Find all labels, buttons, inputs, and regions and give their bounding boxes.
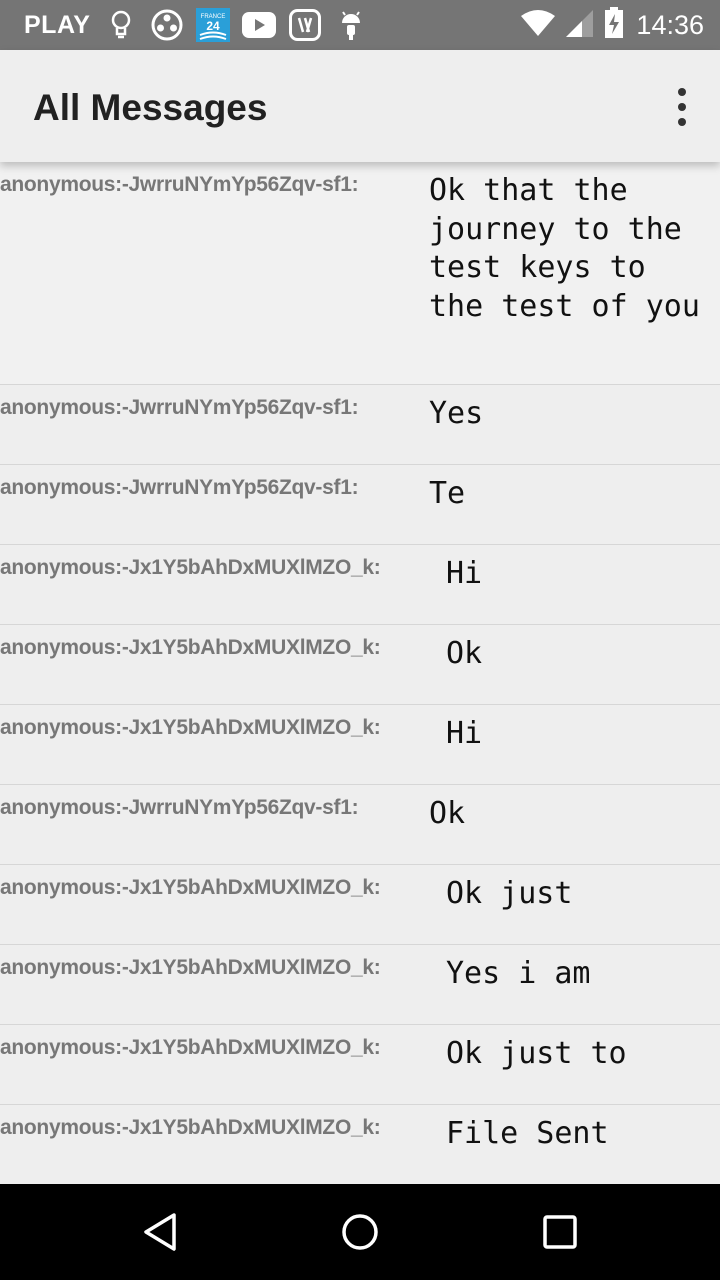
message-sender: anonymous:-Jx1Y5bAhDxMUXlMZO_k:	[0, 876, 381, 899]
message-text: Yes i am	[446, 956, 591, 991]
home-icon[interactable]	[340, 1212, 380, 1252]
list-item[interactable]: anonymous:-JwrruNYmYp56Zqv-sf1: Te	[0, 465, 720, 545]
message-text: Ok just	[446, 876, 573, 911]
status-bar: PLAY FRANCE 24 14:36	[0, 0, 720, 50]
clock: 14:36	[636, 9, 704, 40]
message-text: Ok just to	[446, 1036, 627, 1071]
navigation-bar	[0, 1184, 720, 1280]
list-item[interactable]: anonymous:-Jx1Y5bAhDxMUXlMZO_k: Ok	[0, 625, 720, 705]
list-item[interactable]: anonymous:-JwrruNYmYp56Zqv-sf1: Yes	[0, 385, 720, 465]
list-item[interactable]: anonymous:-Jx1Y5bAhDxMUXlMZO_k: Yes i am	[0, 945, 720, 1025]
message-text: Hi	[446, 556, 483, 591]
message-sender: anonymous:-Jx1Y5bAhDxMUXlMZO_k:	[0, 956, 381, 979]
recents-icon[interactable]	[540, 1212, 580, 1252]
android-icon	[334, 8, 368, 42]
list-item[interactable]: anonymous:-Jx1Y5bAhDxMUXlMZO_k: Hi	[0, 545, 720, 625]
battery-icon	[604, 6, 624, 44]
overflow-dot	[678, 103, 686, 111]
message-sender: anonymous:-Jx1Y5bAhDxMUXlMZO_k:	[0, 1036, 381, 1059]
message-sender: anonymous:-JwrruNYmYp56Zqv-sf1:	[0, 476, 359, 499]
svg-text:24: 24	[207, 19, 221, 33]
list-item[interactable]: anonymous:-JwrruNYmYp56Zqv-sf1: Ok that …	[0, 162, 720, 385]
list-item[interactable]: anonymous:-Jx1Y5bAhDxMUXlMZO_k: Ok just …	[0, 1025, 720, 1105]
message-text: Te	[429, 476, 466, 511]
message-text: Ok	[429, 796, 466, 831]
signal-icon	[564, 8, 594, 43]
message-text: Hi	[446, 716, 483, 751]
app-toolbar: All Messages	[0, 50, 720, 162]
list-item[interactable]: anonymous:-JwrruNYmYp56Zqv-sf1: Ok	[0, 785, 720, 865]
overflow-dot	[678, 118, 686, 126]
message-sender: anonymous:-JwrruNYmYp56Zqv-sf1:	[0, 396, 359, 419]
list-item[interactable]: anonymous:-Jx1Y5bAhDxMUXlMZO_k: Hi	[0, 705, 720, 785]
france24-icon: FRANCE 24	[196, 8, 231, 42]
film-reel-icon	[150, 8, 184, 42]
wifi-icon	[520, 9, 556, 42]
message-sender: anonymous:-Jx1Y5bAhDxMUXlMZO_k:	[0, 716, 381, 739]
list-item[interactable]: anonymous:-Jx1Y5bAhDxMUXlMZO_k: File Sen…	[0, 1105, 720, 1184]
back-icon[interactable]	[140, 1212, 180, 1252]
message-text: Ok that the journey to the test keys to …	[429, 173, 700, 324]
message-sender: anonymous:-Jx1Y5bAhDxMUXlMZO_k:	[0, 1116, 381, 1139]
list-item[interactable]: anonymous:-Jx1Y5bAhDxMUXlMZO_k: Ok just	[0, 865, 720, 945]
overflow-dot	[678, 88, 686, 96]
youtube-icon	[242, 8, 277, 42]
message-sender: anonymous:-Jx1Y5bAhDxMUXlMZO_k:	[0, 636, 381, 659]
message-list[interactable]: anonymous:-JwrruNYmYp56Zqv-sf1: Ok that …	[0, 162, 720, 1184]
message-text: File Sent	[446, 1116, 609, 1151]
lightbulb-icon	[104, 8, 138, 42]
message-sender: anonymous:-JwrruNYmYp56Zqv-sf1:	[0, 796, 359, 819]
page-title: All Messages	[33, 87, 268, 128]
message-text: Yes	[429, 396, 484, 431]
saavn-icon	[288, 8, 322, 42]
message-text: Ok	[446, 636, 483, 671]
message-sender: anonymous:-Jx1Y5bAhDxMUXlMZO_k:	[0, 556, 381, 579]
more-vert-icon[interactable]	[672, 88, 692, 126]
carrier-label: PLAY	[24, 10, 91, 39]
message-sender: anonymous:-JwrruNYmYp56Zqv-sf1:	[0, 173, 359, 196]
